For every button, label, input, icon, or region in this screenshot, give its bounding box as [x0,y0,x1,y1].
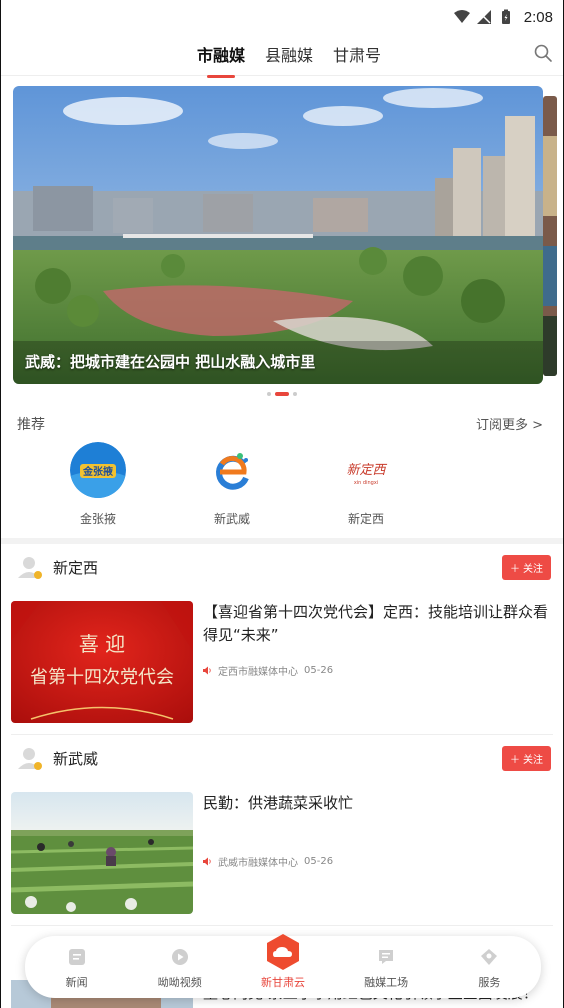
source-name[interactable]: 新武威 [53,748,98,769]
xinwuwei-logo [204,442,260,498]
article-body: 【喜迎省第十四次党代会】定西：技能培训让群众看得见“未来” 定西市融媒体中心 0… [203,601,551,723]
app-screen: 2:08 市融媒 县融媒 甘肃号 武威：把城市建在公园中 把山水融入城市里 推荐… [0,0,564,1008]
source-name[interactable]: 新定西 [53,557,98,578]
video-icon [171,949,188,965]
recommend-label: 新武威 [213,512,250,526]
feed-source-header: 新定西 ＋ 关注 [17,552,551,582]
battery-icon [501,9,510,24]
jinzhangye-logo: 金张掖 [70,442,126,498]
article-source: 定西市融媒体中心 [218,667,298,678]
article-title: 民勤：供港蔬菜采收忙 [203,794,354,812]
nav-gansu-cloud[interactable]: 新甘肃云 [238,934,328,990]
xindingxi-logo-subtext: xin dingxi [354,480,378,486]
article-thumbnail [11,792,193,914]
follow-button[interactable]: ＋ 关注 [502,554,551,580]
speaker-icon [203,666,211,675]
carousel-dot[interactable] [267,392,271,396]
tab-city-media[interactable]: 市融媒 [197,42,245,78]
subscribe-more-link[interactable]: 订阅更多 > [476,414,543,434]
service-icon [481,949,498,965]
thumb-headline: 喜 迎 [79,632,125,656]
divider [11,734,553,735]
jinzhangye-logo-text: 金张掖 [82,465,114,478]
follow-label: 关注 [523,754,543,766]
section-divider [1,538,563,544]
article-meta: 武威市融媒体中心 05-26 [203,854,353,869]
speaker-icon [203,857,211,866]
thumb-subheadline: 省第十四次党代会 [30,667,174,688]
plus-icon: ＋ [510,563,520,575]
carousel-dot-active[interactable] [275,392,289,396]
article-card[interactable]: 喜 迎 省第十四次党代会 【喜迎省第十四次党代会】定西：技能培训让群众看得见“未… [11,601,551,723]
xindingxi-logo-text: 新定西 [346,462,387,478]
nav-news[interactable]: 新闻 [32,948,122,990]
nav-media-factory[interactable]: 融媒工场 [341,948,431,990]
banner-image [13,86,543,384]
nav-video[interactable]: 呦呦视频 [135,948,225,990]
article-meta: 定西市融媒体中心 05-26 [203,663,551,678]
factory-icon [379,950,394,964]
banner-carousel[interactable]: 武威：把城市建在公园中 把山水融入城市里 [13,86,543,384]
article-title: 【喜迎省第十四次党代会】定西：技能培训让群众看得见“未来” [203,603,549,644]
news-icon [68,949,85,965]
recommend-header: 推荐 订阅更多 > [17,414,543,434]
xindingxi-logo: 新定西 xin dingxi [338,442,394,498]
status-bar: 2:08 [1,0,563,34]
recommend-list: 金张掖 金张掖 新武威 新定西 xin dingxi 新定西 [31,442,433,527]
search-icon[interactable] [533,43,553,63]
article-source: 武威市融媒体中心 [218,858,298,869]
article-date: 05-26 [304,665,334,676]
cloud-icon [266,934,299,970]
channel-tabs: 市融媒 县融媒 甘肃号 [197,42,381,78]
nav-service[interactable]: 服务 [444,948,534,990]
nav-label: 新甘肃云 [260,976,305,989]
tab-county-media[interactable]: 县融媒 [265,42,313,78]
recommend-title: 推荐 [17,417,45,433]
recommend-label: 金张掖 [79,512,116,526]
banner-next-slide[interactable] [543,96,557,376]
recommend-item-jinzhangye[interactable]: 金张掖 金张掖 [31,442,165,527]
follow-label: 关注 [523,563,543,575]
carousel-indicator [1,392,563,396]
nav-label: 呦呦视频 [157,976,202,989]
wifi-icon [453,10,470,23]
recommend-item-xindingxi[interactable]: 新定西 xin dingxi 新定西 [299,442,433,527]
nav-label: 融媒工场 [364,976,409,989]
avatar[interactable] [17,554,43,580]
article-card[interactable]: 民勤：供港蔬菜采收忙 武威市融媒体中心 05-26 [11,792,551,914]
clock: 2:08 [523,8,553,26]
cellular-icon [476,10,491,24]
article-body: 民勤：供港蔬菜采收忙 武威市融媒体中心 05-26 [203,792,353,914]
next-slide-image [543,96,557,376]
article-date: 05-26 [304,856,334,867]
plus-icon: ＋ [510,754,520,766]
carousel-dot[interactable] [293,392,297,396]
banner-caption: 武威：把城市建在公园中 把山水融入城市里 [25,353,316,371]
article-thumbnail: 喜 迎 省第十四次党代会 [11,601,193,723]
top-nav: 市融媒 县融媒 甘肃号 [1,34,563,78]
bottom-nav: 新闻 呦呦视频 新甘肃云 融媒工场 服务 [25,934,541,998]
nav-label: 新闻 [65,976,88,989]
recommend-label: 新定西 [347,512,384,526]
follow-button[interactable]: ＋ 关注 [502,745,551,771]
recommend-item-xinwuwei[interactable]: 新武威 [165,442,299,527]
feed-source-header: 新武威 ＋ 关注 [17,743,551,773]
tab-gansu-account[interactable]: 甘肃号 [333,42,381,78]
nav-label: 服务 [478,976,501,989]
divider [11,925,553,926]
avatar[interactable] [17,745,43,771]
